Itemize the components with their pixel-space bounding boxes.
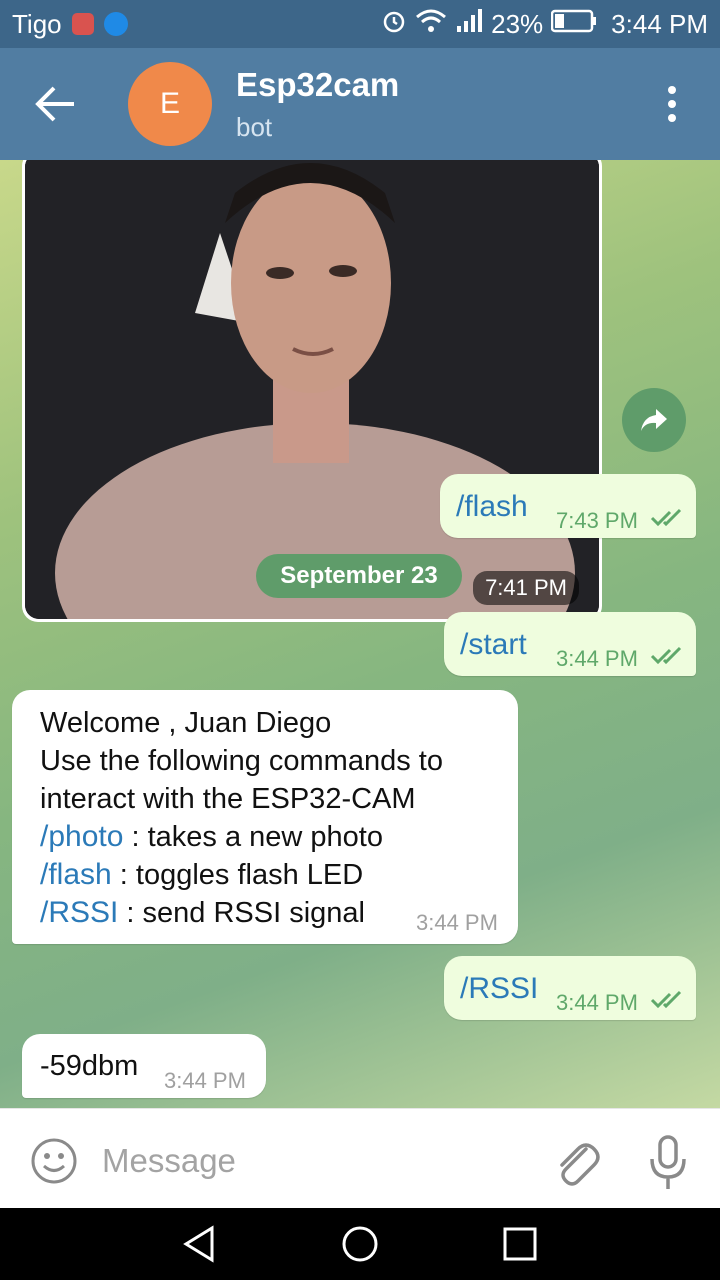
- message-time: 3:44 PM: [164, 1068, 246, 1093]
- battery-percent: 23%: [491, 8, 544, 39]
- person-photo-illustration: [25, 160, 599, 619]
- chat-title[interactable]: Esp32cam: [236, 66, 399, 104]
- nav-recents-button[interactable]: [500, 1224, 540, 1264]
- signal-icon: [455, 8, 483, 41]
- chat-header: E Esp32cam bot: [0, 48, 720, 160]
- chat-subtitle: bot: [236, 112, 273, 142]
- photo-timestamp: 7:41 PM: [473, 571, 579, 605]
- back-arrow-icon: [35, 86, 74, 122]
- emoji-icon: [31, 1138, 77, 1184]
- circle-home-icon: [342, 1226, 378, 1262]
- alarm-icon: [381, 8, 407, 41]
- microphone-icon: [650, 1135, 686, 1189]
- carrier-label: Tigo: [12, 8, 62, 39]
- rssi-reply-text: -59dbm: [40, 1050, 139, 1082]
- status-bar: Tigo 23% 3:44 PM: [0, 0, 720, 48]
- welcome-line: Use the following commands to: [40, 745, 443, 777]
- voice-record-button[interactable]: [648, 1135, 688, 1191]
- message-time: 7:43 PM: [556, 508, 638, 533]
- flash-command-link[interactable]: /flash: [40, 858, 112, 891]
- outgoing-message[interactable]: /flash 7:43 PM: [440, 474, 696, 538]
- back-button[interactable]: [34, 84, 78, 124]
- rssi-command-link[interactable]: /RSSI: [40, 896, 118, 929]
- photo-command-link[interactable]: /photo: [40, 820, 123, 853]
- avatar-letter: E: [159, 87, 180, 120]
- message-input[interactable]: [100, 1135, 524, 1187]
- message-time: 3:44 PM: [556, 990, 638, 1015]
- incoming-message[interactable]: Welcome , Juan Diego Use the following c…: [12, 690, 518, 944]
- welcome-line: interact with the ESP32-CAM: [40, 783, 416, 815]
- command-row: /flash : toggles flash LED: [40, 856, 510, 894]
- paperclip-icon: [560, 1143, 600, 1186]
- welcome-line: Welcome , Juan Diego: [40, 707, 332, 739]
- more-menu-button[interactable]: [660, 84, 684, 124]
- outgoing-message[interactable]: /start 3:44 PM: [444, 612, 696, 676]
- clock: 3:44 PM: [611, 8, 708, 39]
- battery-icon: [550, 9, 597, 40]
- command-link[interactable]: /flash: [456, 490, 528, 524]
- command-row: /photo : takes a new photo: [40, 818, 510, 856]
- wifi-icon: [415, 8, 447, 41]
- shazam-icon: [103, 12, 128, 36]
- command-link[interactable]: /start: [460, 628, 527, 662]
- message-time: 3:44 PM: [416, 910, 498, 935]
- message-composer: [0, 1108, 720, 1209]
- chat-area[interactable]: 7:41 PM /flash 7:43 PM September 23 /sta…: [0, 160, 720, 1108]
- rssi-command-desc: : send RSSI signal: [118, 897, 365, 929]
- incoming-message[interactable]: -59dbm 3:44 PM: [22, 1034, 266, 1098]
- forward-button[interactable]: [622, 388, 686, 452]
- photo-message[interactable]: 7:41 PM: [22, 160, 602, 622]
- avatar[interactable]: E: [128, 62, 212, 146]
- flash-command-desc: : toggles flash LED: [111, 859, 364, 891]
- share-arrow-icon: [641, 409, 667, 431]
- more-vertical-icon: [668, 86, 676, 122]
- double-check-icon: [650, 508, 682, 527]
- system-navigation-bar: [0, 1208, 720, 1280]
- message-time: 3:44 PM: [556, 646, 638, 671]
- double-check-icon: [650, 990, 682, 1009]
- photo-image[interactable]: 7:41 PM: [25, 160, 599, 619]
- nav-home-button[interactable]: [340, 1224, 380, 1264]
- photo-command-desc: : takes a new photo: [123, 821, 383, 853]
- notification-app-icon: [71, 13, 94, 35]
- command-link[interactable]: /RSSI: [460, 972, 538, 1006]
- nav-back-button[interactable]: [180, 1224, 220, 1264]
- date-separator: September 23: [256, 554, 462, 598]
- double-check-icon: [650, 646, 682, 665]
- outgoing-message[interactable]: /RSSI 3:44 PM: [444, 956, 696, 1020]
- emoji-button[interactable]: [30, 1137, 78, 1185]
- attach-button[interactable]: [552, 1135, 600, 1187]
- square-recents-icon: [503, 1227, 537, 1261]
- triangle-back-icon: [183, 1225, 214, 1263]
